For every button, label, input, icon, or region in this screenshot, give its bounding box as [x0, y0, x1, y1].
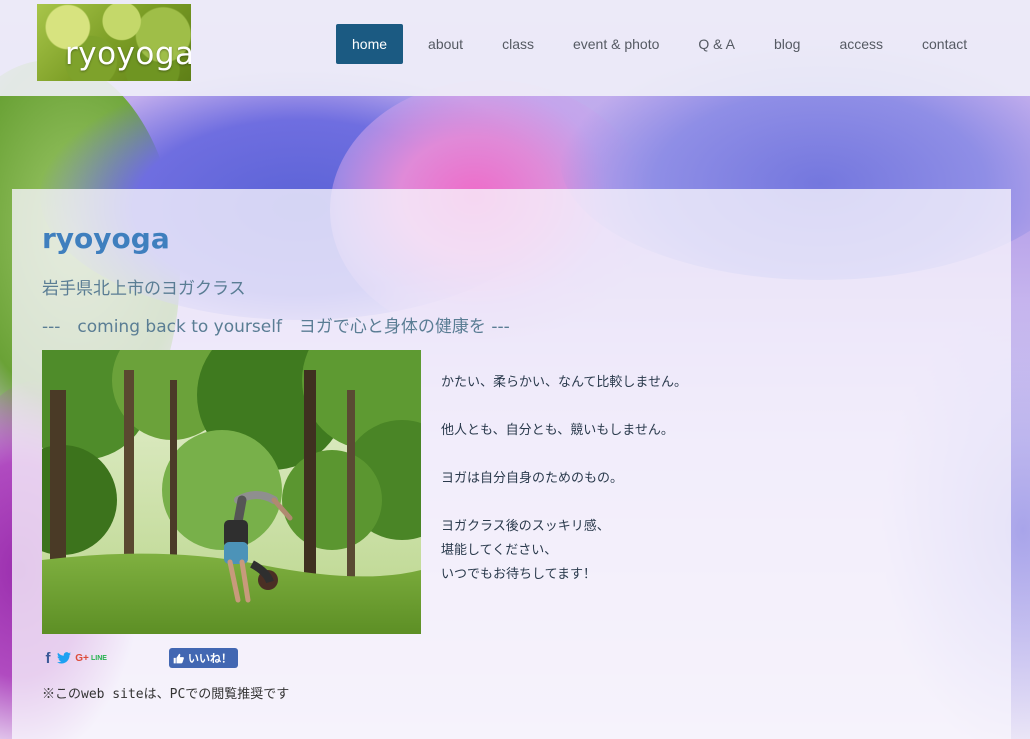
nav-item-event-photo[interactable]: event & photo — [563, 24, 669, 64]
message-line: ヨガは自分自身のためのもの。 — [441, 471, 624, 486]
main-nav: home about class event & photo Q & A blo… — [336, 24, 996, 64]
intro-message: かたい、柔らかい、なんて比較しません。 他人とも、自分とも、競いもしません。 ヨ… — [441, 371, 687, 587]
page-tagline: --- coming back to yourself ヨガで心と身体の健康を … — [42, 317, 510, 337]
nav-item-access[interactable]: access — [829, 24, 893, 64]
yoga-photo — [42, 350, 421, 634]
twitter-share-icon[interactable] — [56, 650, 72, 666]
page-title: ryoyoga — [42, 222, 170, 255]
facebook-like-button[interactable]: いいね！ — [168, 648, 238, 668]
thumbs-up-icon — [173, 653, 184, 664]
message-line: ヨガクラス後のスッキリ感、 — [441, 519, 610, 534]
like-label: いいね！ — [187, 652, 232, 665]
nav-item-qa[interactable]: Q & A — [688, 24, 745, 64]
nav-item-home[interactable]: home — [336, 24, 404, 64]
page-subtitle: 岩手県北上市のヨガクラス — [42, 279, 246, 299]
facebook-share-icon[interactable]: f — [42, 650, 54, 667]
site-logo[interactable]: ryoyoga — [37, 4, 191, 81]
nav-item-blog[interactable]: blog — [764, 24, 810, 64]
yoga-photo-illustration — [42, 350, 421, 634]
googleplus-share-icon[interactable]: G+ — [74, 650, 90, 666]
message-line: いつでもお待ちしてます！ — [441, 567, 596, 582]
nav-item-class[interactable]: class — [492, 24, 544, 64]
pc-recommended-note: ※このweb siteは、PCでの閲覧推奨です — [42, 687, 290, 702]
share-buttons: f G+ LINE いいね！ — [42, 647, 238, 669]
nav-item-contact[interactable]: contact — [912, 24, 977, 64]
message-line: かたい、柔らかい、なんて比較しません。 — [441, 375, 687, 390]
site-header: ryoyoga home about class event & photo Q… — [0, 0, 1030, 96]
message-line: 堪能してください、 — [441, 543, 558, 558]
line-share-icon[interactable]: LINE — [91, 650, 107, 666]
nav-item-about[interactable]: about — [418, 24, 473, 64]
message-line: 他人とも、自分とも、競いもしません。 — [441, 423, 674, 438]
logo-text: ryoyoga — [65, 36, 191, 72]
content-panel: ryoyoga 岩手県北上市のヨガクラス --- coming back to … — [12, 189, 1011, 739]
